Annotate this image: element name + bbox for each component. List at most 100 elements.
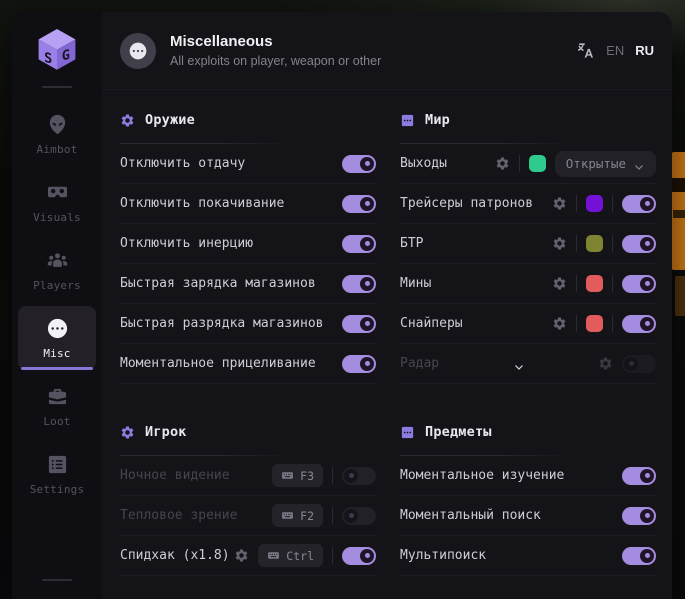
dots-square-icon [400, 425, 415, 440]
exits-dropdown[interactable]: Открытые [555, 151, 656, 177]
feature-label: Отключить отдачу [120, 156, 245, 171]
feature-label: Трейсеры патронов [400, 196, 533, 211]
control-divider [332, 547, 333, 564]
feature-row: Быстрая зарядка магазинов [120, 264, 376, 304]
feature-row: Трейсеры патронов [400, 184, 656, 224]
feature-label: Ночное видение [120, 468, 230, 483]
control-divider [332, 467, 333, 484]
lang-en-button[interactable]: EN [606, 43, 624, 58]
feature-label: Мины [400, 276, 431, 291]
cube-logo-icon: S G [33, 25, 81, 73]
briefcase-icon [46, 385, 69, 408]
keyboard-icon [281, 509, 294, 522]
main-panel: Miscellaneous All exploits on player, we… [102, 12, 672, 599]
page-ellipsis-icon [120, 33, 156, 69]
section-header-player: Игрок [120, 416, 376, 448]
gear-icon [120, 113, 135, 128]
feature-label: Тепловое зрение [120, 508, 237, 523]
color-swatch[interactable] [586, 275, 603, 292]
toggle-switch[interactable] [342, 547, 376, 565]
toggle-switch[interactable] [342, 507, 376, 525]
feature-row: Снайперы [400, 304, 656, 344]
toggle-switch[interactable] [622, 467, 656, 485]
sidebar-item-aimbot[interactable]: Aimbot [18, 102, 96, 166]
control-divider [612, 235, 613, 252]
keybind-badge[interactable]: F3 [272, 464, 323, 487]
keybind-badge[interactable]: Ctrl [258, 544, 323, 567]
section-title: Мир [425, 112, 450, 128]
toggle-switch[interactable] [622, 315, 656, 333]
color-swatch[interactable] [586, 315, 603, 332]
gear-icon[interactable] [495, 156, 510, 171]
feature-label: Моментальное изучение [400, 468, 564, 483]
color-swatch[interactable] [529, 155, 546, 172]
feature-row: Мины [400, 264, 656, 304]
toggle-switch[interactable] [342, 275, 376, 293]
color-swatch[interactable] [586, 235, 603, 252]
feature-row: Моментальное изучение [400, 456, 656, 496]
feature-row: Отключить инерцию [120, 224, 376, 264]
cheat-menu-window: S G Aimbot Visuals Players Misc [12, 12, 672, 599]
feature-label: Отключить покачивание [120, 196, 284, 211]
sidebar-item-label: Visuals [33, 211, 81, 224]
lang-ru-button[interactable]: RU [635, 43, 654, 58]
control-divider [576, 275, 577, 292]
toggle-switch[interactable] [622, 547, 656, 565]
sidebar-divider-bottom [42, 579, 72, 581]
feature-label: Снайперы [400, 316, 463, 331]
control-divider [519, 155, 520, 172]
translate-icon [576, 41, 595, 60]
gear-icon[interactable] [598, 356, 613, 371]
gear-icon[interactable] [552, 236, 567, 251]
feature-row: Радар [400, 344, 656, 384]
toggle-switch[interactable] [342, 315, 376, 333]
section-title: Предметы [425, 424, 492, 440]
gear-icon [120, 425, 135, 440]
sidebar-item-misc[interactable]: Misc [18, 306, 96, 370]
sidebar-item-label: Aimbot [37, 143, 78, 156]
gear-icon[interactable] [552, 276, 567, 291]
keyboard-icon [267, 549, 280, 562]
feature-row: Моментальное прицеливание [120, 344, 376, 384]
sidebar-item-label: Loot [43, 415, 70, 428]
sidebar-item-settings[interactable]: Settings [18, 442, 96, 506]
keyboard-icon [281, 469, 294, 482]
chevron-down-icon[interactable] [513, 358, 525, 370]
toggle-switch[interactable] [622, 235, 656, 253]
sidebar-item-visuals[interactable]: Visuals [18, 170, 96, 234]
section-title: Оружие [145, 112, 195, 128]
toggle-switch[interactable] [622, 275, 656, 293]
page-subtitle: All exploits on player, weapon or other [170, 54, 381, 68]
gear-icon[interactable] [552, 196, 567, 211]
chevron-down-icon [633, 158, 645, 170]
toggle-switch[interactable] [622, 195, 656, 213]
color-swatch[interactable] [586, 195, 603, 212]
feature-row: БТР [400, 224, 656, 264]
feature-label: Быстрая разрядка магазинов [120, 316, 324, 331]
gear-icon[interactable] [552, 316, 567, 331]
feature-label: БТР [400, 236, 423, 251]
gear-icon[interactable] [234, 548, 249, 563]
sidebar-item-players[interactable]: Players [18, 238, 96, 302]
toggle-switch[interactable] [342, 235, 376, 253]
feature-label: Мультипоиск [400, 548, 486, 563]
toggle-switch[interactable] [342, 355, 376, 373]
feature-label: Моментальное прицеливание [120, 356, 316, 371]
feature-label: Быстрая зарядка магазинов [120, 276, 316, 291]
left-column: Оружие Отключить отдачу Отключить покачи… [120, 90, 376, 599]
keybind-badge[interactable]: F2 [272, 504, 323, 527]
toggle-switch[interactable] [342, 155, 376, 173]
feature-label: Спидхак (x1.8) [120, 548, 230, 563]
sidebar-divider-top [42, 86, 72, 88]
toggle-switch[interactable] [622, 355, 656, 373]
sidebar-item-loot[interactable]: Loot [18, 374, 96, 438]
keybind-label: F2 [300, 509, 314, 523]
toggle-switch[interactable] [342, 467, 376, 485]
toggle-switch[interactable] [622, 507, 656, 525]
page-title: Miscellaneous [170, 33, 381, 50]
feature-row: Быстрая разрядка магазинов [120, 304, 376, 344]
toggle-switch[interactable] [342, 195, 376, 213]
feature-row: Моментальный поиск [400, 496, 656, 536]
feature-row: Выходы Открытые [400, 144, 656, 184]
feature-label: Выходы [400, 156, 447, 171]
